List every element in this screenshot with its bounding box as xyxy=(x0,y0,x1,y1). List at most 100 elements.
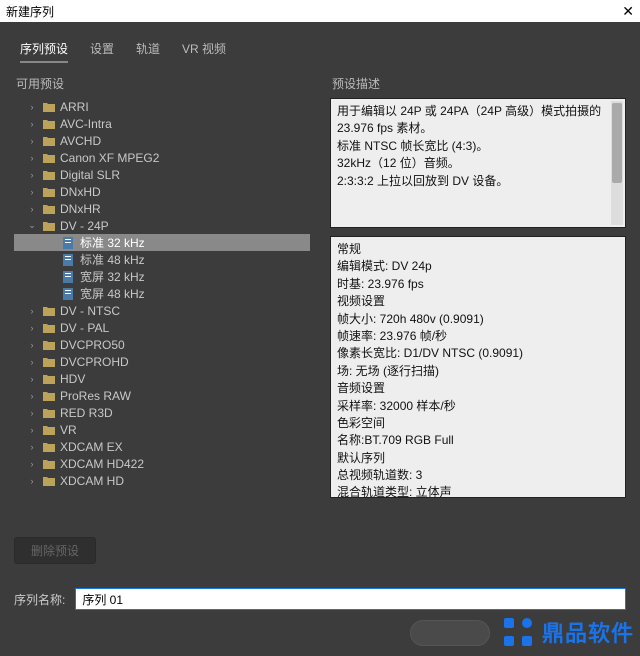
tab-vr[interactable]: VR 视频 xyxy=(182,40,226,63)
preset-icon xyxy=(62,271,76,283)
desc-line: 用于编辑以 24P 或 24PA（24P 高级）模式拍摄的 23.976 fps… xyxy=(337,103,619,138)
watermark-text: 鼎品软件 xyxy=(542,616,634,648)
folder-icon xyxy=(42,186,56,198)
tree-folder-item[interactable]: › VR xyxy=(14,421,310,438)
tree-item-label: XDCAM EX xyxy=(60,440,123,454)
detail-line: 采样率: 32000 样本/秒 xyxy=(337,398,619,415)
chevron-down-icon[interactable]: ⌄ xyxy=(26,220,38,231)
bottom-button[interactable] xyxy=(410,620,490,646)
tree-item-label: XDCAM HD xyxy=(60,474,124,488)
tree-folder-item[interactable]: ›DNxHD xyxy=(14,183,310,200)
sequence-name-label: 序列名称: xyxy=(14,591,65,608)
tree-item-label: AVCHD xyxy=(60,134,101,148)
tree-folder-item[interactable]: › AVC-Intra xyxy=(14,115,310,132)
chevron-right-icon[interactable]: › xyxy=(26,425,38,435)
tree-item-label: DNxHR xyxy=(60,202,101,216)
tree-item-label: DV - NTSC xyxy=(60,304,120,318)
tree-folder-item[interactable]: › DNxHR xyxy=(14,200,310,217)
chevron-right-icon[interactable]: › xyxy=(26,102,38,112)
folder-icon xyxy=(42,373,56,385)
tree-folder-item[interactable]: › AVCHD xyxy=(14,132,310,149)
chevron-right-icon[interactable]: › xyxy=(26,136,38,146)
tree-preset-item[interactable]: 标准 48 kHz xyxy=(14,251,310,268)
tree-item-label: Digital SLR xyxy=(60,168,120,182)
tree-folder-item[interactable]: ›DV - PAL xyxy=(14,319,310,336)
tree-folder-item[interactable]: › DV - NTSC xyxy=(14,302,310,319)
description-title: 预设描述 xyxy=(330,75,626,92)
folder-icon xyxy=(42,339,56,351)
tree-preset-item[interactable]: 标准 32 kHz xyxy=(14,234,310,251)
chevron-right-icon[interactable]: › xyxy=(26,306,38,316)
detail-line: 名称:BT.709 RGB Full xyxy=(337,432,619,449)
tab-tracks[interactable]: 轨道 xyxy=(136,40,160,63)
sequence-name-input[interactable] xyxy=(75,588,626,610)
desc-line: 2:3:3:2 上拉以回放到 DV 设备。 xyxy=(337,173,619,190)
watermark-icon xyxy=(500,614,536,650)
tree-folder-item[interactable]: › ProRes RAW xyxy=(14,387,310,404)
preset-tree[interactable]: ›ARRI›AVC-Intra›AVCHD›Canon XF MPEG2›Dig… xyxy=(14,98,310,498)
tree-item-label: XDCAM HD422 xyxy=(60,457,144,471)
folder-icon xyxy=(42,118,56,130)
folder-icon xyxy=(42,356,56,368)
tree-folder-item[interactable]: › ARRI xyxy=(14,98,310,115)
tab-settings[interactable]: 设置 xyxy=(90,40,114,63)
close-icon[interactable]: ✕ xyxy=(622,3,634,20)
tree-folder-item[interactable]: › XDCAM HD422 xyxy=(14,455,310,472)
folder-icon xyxy=(42,135,56,147)
chevron-right-icon[interactable]: › xyxy=(26,119,38,129)
tree-folder-item[interactable]: › XDCAM HD xyxy=(14,472,310,489)
chevron-right-icon[interactable]: › xyxy=(26,187,38,197)
tree-item-label: RED R3D xyxy=(60,406,113,420)
chevron-right-icon[interactable]: › xyxy=(26,459,38,469)
detail-line: 帧大小: 720h 480v (0.9091) xyxy=(337,311,619,328)
tree-item-label: 宽屏 48 kHz xyxy=(80,285,145,302)
tab-presets[interactable]: 序列预设 xyxy=(20,40,68,63)
chevron-right-icon[interactable]: › xyxy=(26,323,38,333)
folder-icon xyxy=(42,407,56,419)
preset-details: 常规 编辑模式: DV 24p 时基: 23.976 fps 视频设置 帧大小:… xyxy=(330,236,626,498)
tree-preset-item[interactable]: 宽屏 48 kHz xyxy=(14,285,310,302)
tree-folder-item[interactable]: ›DVCPROHD xyxy=(14,353,310,370)
tree-item-label: 标准 32 kHz xyxy=(80,234,145,251)
chevron-right-icon[interactable]: › xyxy=(26,204,38,214)
tree-item-label: ARRI xyxy=(60,100,89,114)
chevron-right-icon[interactable]: › xyxy=(26,153,38,163)
tree-folder-item[interactable]: › Digital SLR xyxy=(14,166,310,183)
tree-item-label: VR xyxy=(60,423,77,437)
tree-item-label: AVC-Intra xyxy=(60,117,112,131)
chevron-right-icon[interactable]: › xyxy=(26,442,38,452)
tab-bar: 序列预设 设置 轨道 VR 视频 xyxy=(14,32,626,75)
tree-folder-item[interactable]: › HDV xyxy=(14,370,310,387)
tree-folder-item[interactable]: ⌄DV - 24P xyxy=(14,217,310,234)
detail-line: 混合轨道类型: 立体声 xyxy=(337,484,619,498)
tree-item-label: HDV xyxy=(60,372,85,386)
chevron-right-icon[interactable]: › xyxy=(26,357,38,367)
tree-folder-item[interactable]: ›DVCPRO50 xyxy=(14,336,310,353)
detail-line: 像素长宽比: D1/DV NTSC (0.9091) xyxy=(337,345,619,362)
detail-line: 视频设置 xyxy=(337,293,619,310)
tree-folder-item[interactable]: › RED R3D xyxy=(14,404,310,421)
tree-folder-item[interactable]: ›Canon XF MPEG2 xyxy=(14,149,310,166)
chevron-right-icon[interactable]: › xyxy=(26,391,38,401)
folder-icon xyxy=(42,458,56,470)
folder-icon xyxy=(42,169,56,181)
scrollbar[interactable] xyxy=(611,101,623,225)
detail-line: 音频设置 xyxy=(337,380,619,397)
tree-item-label: 标准 48 kHz xyxy=(80,251,145,268)
tree-item-label: ProRes RAW xyxy=(60,389,131,403)
chevron-right-icon[interactable]: › xyxy=(26,170,38,180)
window-title: 新建序列 xyxy=(6,3,54,20)
detail-line: 默认序列 xyxy=(337,450,619,467)
tree-preset-item[interactable]: 宽屏 32 kHz xyxy=(14,268,310,285)
folder-icon xyxy=(42,475,56,487)
chevron-right-icon[interactable]: › xyxy=(26,340,38,350)
desc-line: 32kHz（12 位）音频。 xyxy=(337,155,619,172)
folder-icon xyxy=(42,101,56,113)
folder-icon xyxy=(42,441,56,453)
tree-item-label: 宽屏 32 kHz xyxy=(80,268,145,285)
tree-folder-item[interactable]: › XDCAM EX xyxy=(14,438,310,455)
chevron-right-icon[interactable]: › xyxy=(26,408,38,418)
chevron-right-icon[interactable]: › xyxy=(26,374,38,384)
watermark: 鼎品软件 xyxy=(500,614,634,650)
chevron-right-icon[interactable]: › xyxy=(26,476,38,486)
